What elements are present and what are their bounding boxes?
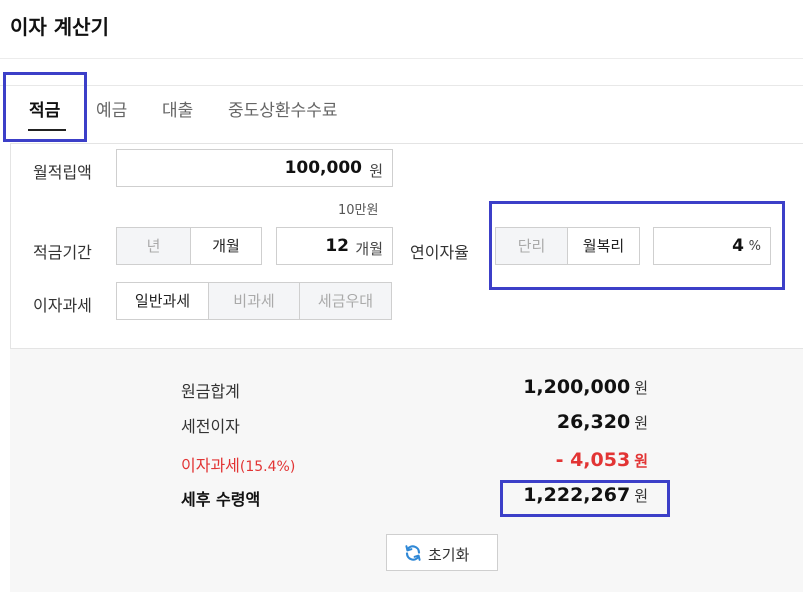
pretax-interest-unit: 원 (634, 414, 648, 432)
principal-amount: 1,200,000 원 (523, 376, 648, 398)
pretax-interest-value: 26,320 (556, 411, 631, 433)
highlight-box-tab (3, 72, 87, 142)
tab-prepayment-fee[interactable]: 중도상환수수료 (228, 96, 337, 121)
interest-tax-label: 이자과세 (181, 456, 240, 475)
rate-value: 4 (732, 236, 744, 256)
period-value: 12 (325, 236, 349, 256)
principal-unit: 원 (634, 379, 648, 397)
tabs-bottom-divider (10, 143, 803, 144)
pretax-interest-label: 세전이자 (181, 417, 240, 436)
reset-button[interactable]: 초기화 (386, 534, 498, 571)
net-amount-label: 세후 수령액 (181, 490, 261, 509)
tax-option-preferential[interactable]: 세금우대 (299, 282, 392, 320)
tax-label: 이자과세 (33, 296, 92, 315)
interest-tax-value: - 4,053 (555, 449, 631, 471)
period-label: 적금기간 (33, 243, 92, 262)
period-unit: 개월 (355, 240, 383, 258)
refresh-icon (405, 545, 421, 561)
tax-option-general[interactable]: 일반과세 (116, 282, 209, 320)
principal-value: 1,200,000 (523, 376, 631, 398)
rate-label: 연이자율 (410, 243, 469, 262)
pretax-interest-amount: 26,320 원 (557, 411, 648, 433)
highlight-box-net (500, 480, 670, 517)
monthly-deposit-hint: 10만원 (338, 203, 379, 218)
page-title: 이자 계산기 (10, 15, 109, 39)
monthly-deposit-label: 월적립액 (33, 163, 92, 182)
interest-tax-rate: (15.4%) (239, 459, 296, 475)
period-unit-month[interactable]: 개월 (190, 227, 262, 265)
interest-tax-label-group: 이자과세(15.4%) (181, 452, 295, 476)
period-unit-year[interactable]: 년 (116, 227, 191, 265)
monthly-deposit-input[interactable]: 100,000 원 (116, 149, 393, 187)
interest-tax-amount: - 4,053 원 (556, 449, 648, 471)
rate-unit: % (748, 239, 761, 254)
tax-option-exempt[interactable]: 비과세 (208, 282, 300, 320)
header-divider (0, 58, 803, 59)
rate-input[interactable]: 4 % (653, 227, 771, 265)
principal-label: 원금합계 (181, 382, 240, 401)
tabs-top-divider (0, 85, 803, 86)
monthly-deposit-unit: 원 (369, 162, 383, 180)
tab-loan[interactable]: 대출 (162, 96, 193, 121)
interest-tax-unit: 원 (634, 452, 648, 470)
period-input[interactable]: 12 개월 (276, 227, 393, 265)
monthly-deposit-value: 100,000 (284, 158, 362, 178)
reset-label: 초기화 (428, 546, 470, 564)
tab-deposit[interactable]: 예금 (96, 96, 127, 121)
